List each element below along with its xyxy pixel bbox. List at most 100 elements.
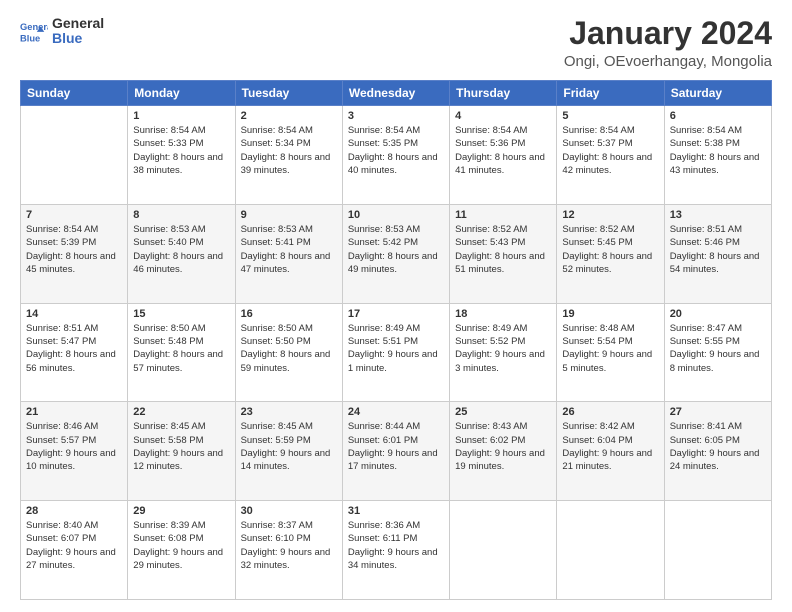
day-number: 10: [348, 209, 444, 221]
day-number: 14: [26, 308, 122, 320]
calendar-cell: 2Sunrise: 8:54 AMSunset: 5:34 PMDaylight…: [235, 106, 342, 205]
calendar-week-row: 28 Sunrise: 8:40 AMSunset: 6:07 PMDayligh…: [21, 501, 772, 600]
weekday-header: Saturday: [664, 81, 771, 106]
calendar-cell: [664, 501, 771, 600]
day-detail: Sunrise: 8:40 AMSunset: 6:07 PMDaylight:…: [26, 519, 122, 572]
day-detail: Sunrise: 8:50 AMSunset: 5:48 PMDaylight:…: [133, 322, 229, 375]
day-detail: Sunrise: 8:51 AMSunset: 5:46 PMDaylight:…: [670, 223, 766, 276]
day-number: 8: [133, 209, 229, 221]
calendar-cell: 6 Sunrise: 8:54 AMSunset: 5:38 PMDaylight…: [664, 106, 771, 205]
calendar-cell: 3 Sunrise: 8:54 AMSunset: 5:35 PMDaylight…: [342, 106, 449, 205]
logo: General Blue General Blue: [20, 16, 104, 47]
day-number: 22: [133, 406, 229, 418]
weekday-header: Thursday: [450, 81, 557, 106]
day-number: 20: [670, 308, 766, 320]
calendar-cell: 21Sunrise: 8:46 AMSunset: 5:57 PMDayligh…: [21, 402, 128, 501]
calendar-cell: 18 Sunrise: 8:49 AMSunset: 5:52 PMDayligh…: [450, 303, 557, 402]
calendar-cell: 27Sunrise: 8:41 AMSunset: 6:05 PMDayligh…: [664, 402, 771, 501]
calendar-week-row: 1Sunrise: 8:54 AMSunset: 5:33 PMDaylight…: [21, 106, 772, 205]
day-number: 19: [562, 308, 658, 320]
day-number: 3: [348, 110, 444, 122]
calendar-cell: 7Sunrise: 8:54 AMSunset: 5:39 PMDaylight…: [21, 204, 128, 303]
calendar-cell: [557, 501, 664, 600]
calendar-cell: 13 Sunrise: 8:51 AMSunset: 5:46 PMDayligh…: [664, 204, 771, 303]
day-detail: Sunrise: 8:36 AMSunset: 6:11 PMDaylight:…: [348, 519, 444, 572]
calendar-cell: 1Sunrise: 8:54 AMSunset: 5:33 PMDaylight…: [128, 106, 235, 205]
day-number: 28: [26, 505, 122, 517]
day-detail: Sunrise: 8:54 AMSunset: 5:36 PMDaylight:…: [455, 124, 551, 177]
day-detail: Sunrise: 8:49 AMSunset: 5:52 PMDaylight:…: [455, 322, 551, 375]
day-number: 26: [562, 406, 658, 418]
calendar-cell: 12Sunrise: 8:52 AMSunset: 5:45 PMDayligh…: [557, 204, 664, 303]
day-detail: Sunrise: 8:54 AMSunset: 5:38 PMDaylight:…: [670, 124, 766, 177]
calendar-week-row: 7Sunrise: 8:54 AMSunset: 5:39 PMDaylight…: [21, 204, 772, 303]
day-detail: Sunrise: 8:45 AMSunset: 5:59 PMDaylight:…: [241, 420, 337, 473]
calendar-cell: [450, 501, 557, 600]
logo-general: General: [52, 16, 104, 31]
title-block: January 2024 Ongi, OEvoerhangay, Mongoli…: [564, 16, 772, 70]
weekday-header: Friday: [557, 81, 664, 106]
day-detail: Sunrise: 8:42 AMSunset: 6:04 PMDaylight:…: [562, 420, 658, 473]
day-number: 4: [455, 110, 551, 122]
day-number: 24: [348, 406, 444, 418]
calendar-cell: 9Sunrise: 8:53 AMSunset: 5:41 PMDaylight…: [235, 204, 342, 303]
weekday-header: Sunday: [21, 81, 128, 106]
day-detail: Sunrise: 8:45 AMSunset: 5:58 PMDaylight:…: [133, 420, 229, 473]
day-number: 15: [133, 308, 229, 320]
day-detail: Sunrise: 8:41 AMSunset: 6:05 PMDaylight:…: [670, 420, 766, 473]
calendar-cell: [21, 106, 128, 205]
day-detail: Sunrise: 8:52 AMSunset: 5:43 PMDaylight:…: [455, 223, 551, 276]
day-detail: Sunrise: 8:43 AMSunset: 6:02 PMDaylight:…: [455, 420, 551, 473]
page-title: January 2024: [564, 16, 772, 51]
calendar-cell: 15 Sunrise: 8:50 AMSunset: 5:48 PMDayligh…: [128, 303, 235, 402]
calendar-cell: 29 Sunrise: 8:39 AMSunset: 6:08 PMDayligh…: [128, 501, 235, 600]
day-detail: Sunrise: 8:50 AMSunset: 5:50 PMDaylight:…: [241, 322, 337, 375]
calendar-page: General Blue General Blue January 2024 O…: [0, 0, 792, 612]
calendar-cell: 17Sunrise: 8:49 AMSunset: 5:51 PMDayligh…: [342, 303, 449, 402]
day-detail: Sunrise: 8:49 AMSunset: 5:51 PMDaylight:…: [348, 322, 444, 375]
calendar-cell: 4 Sunrise: 8:54 AMSunset: 5:36 PMDaylight…: [450, 106, 557, 205]
day-number: 29: [133, 505, 229, 517]
day-detail: Sunrise: 8:39 AMSunset: 6:08 PMDaylight:…: [133, 519, 229, 572]
calendar-cell: 8Sunrise: 8:53 AMSunset: 5:40 PMDaylight…: [128, 204, 235, 303]
weekday-header: Wednesday: [342, 81, 449, 106]
calendar-cell: 26 Sunrise: 8:42 AMSunset: 6:04 PMDayligh…: [557, 402, 664, 501]
day-number: 12: [562, 209, 658, 221]
calendar-cell: 30Sunrise: 8:37 AMSunset: 6:10 PMDayligh…: [235, 501, 342, 600]
day-number: 5: [562, 110, 658, 122]
calendar-cell: 14Sunrise: 8:51 AMSunset: 5:47 PMDayligh…: [21, 303, 128, 402]
calendar-week-row: 14Sunrise: 8:51 AMSunset: 5:47 PMDayligh…: [21, 303, 772, 402]
day-detail: Sunrise: 8:37 AMSunset: 6:10 PMDaylight:…: [241, 519, 337, 572]
calendar-cell: 5 Sunrise: 8:54 AMSunset: 5:37 PMDaylight…: [557, 106, 664, 205]
day-number: 25: [455, 406, 551, 418]
day-detail: Sunrise: 8:54 AMSunset: 5:39 PMDaylight:…: [26, 223, 122, 276]
day-number: 18: [455, 308, 551, 320]
day-number: 21: [26, 406, 122, 418]
day-number: 6: [670, 110, 766, 122]
weekday-header: Tuesday: [235, 81, 342, 106]
day-number: 1: [133, 110, 229, 122]
calendar-cell: 20Sunrise: 8:47 AMSunset: 5:55 PMDayligh…: [664, 303, 771, 402]
day-number: 31: [348, 505, 444, 517]
day-detail: Sunrise: 8:48 AMSunset: 5:54 PMDaylight:…: [562, 322, 658, 375]
day-number: 13: [670, 209, 766, 221]
weekday-header: Monday: [128, 81, 235, 106]
calendar-cell: 10 Sunrise: 8:53 AMSunset: 5:42 PMDayligh…: [342, 204, 449, 303]
svg-text:General: General: [20, 22, 48, 32]
calendar-cell: 19 Sunrise: 8:48 AMSunset: 5:54 PMDayligh…: [557, 303, 664, 402]
day-detail: Sunrise: 8:54 AMSunset: 5:34 PMDaylight:…: [241, 124, 337, 177]
calendar-cell: 28 Sunrise: 8:40 AMSunset: 6:07 PMDayligh…: [21, 501, 128, 600]
day-detail: Sunrise: 8:44 AMSunset: 6:01 PMDaylight:…: [348, 420, 444, 473]
day-number: 11: [455, 209, 551, 221]
day-detail: Sunrise: 8:54 AMSunset: 5:37 PMDaylight:…: [562, 124, 658, 177]
calendar-cell: 24 Sunrise: 8:44 AMSunset: 6:01 PMDayligh…: [342, 402, 449, 501]
calendar-header-row: SundayMondayTuesdayWednesdayThursdayFrid…: [21, 81, 772, 106]
day-detail: Sunrise: 8:54 AMSunset: 5:35 PMDaylight:…: [348, 124, 444, 177]
day-detail: Sunrise: 8:53 AMSunset: 5:42 PMDaylight:…: [348, 223, 444, 276]
calendar-week-row: 21Sunrise: 8:46 AMSunset: 5:57 PMDayligh…: [21, 402, 772, 501]
calendar-cell: 31 Sunrise: 8:36 AMSunset: 6:11 PMDayligh…: [342, 501, 449, 600]
calendar-cell: 25 Sunrise: 8:43 AMSunset: 6:02 PMDayligh…: [450, 402, 557, 501]
header: General Blue General Blue January 2024 O…: [20, 16, 772, 70]
day-detail: Sunrise: 8:53 AMSunset: 5:41 PMDaylight:…: [241, 223, 337, 276]
calendar-cell: 23Sunrise: 8:45 AMSunset: 5:59 PMDayligh…: [235, 402, 342, 501]
